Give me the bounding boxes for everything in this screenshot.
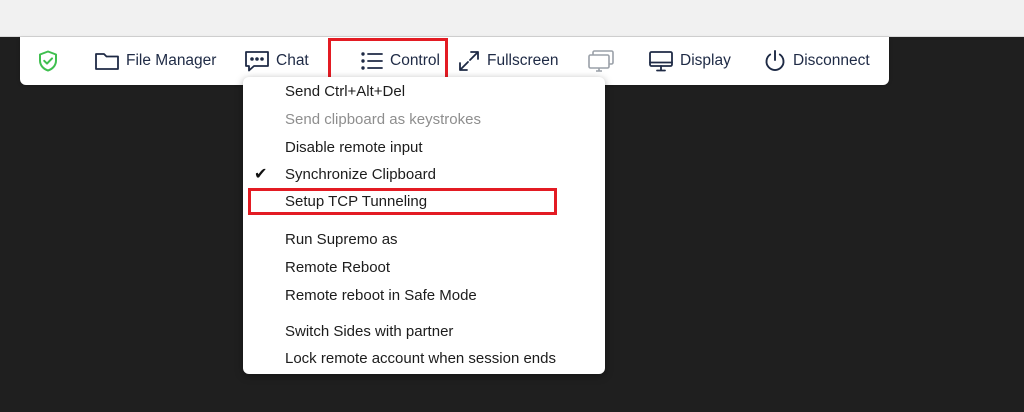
menu-item-send-ctrl-alt-del[interactable]: Send Ctrl+Alt+Del bbox=[285, 81, 405, 103]
control-label: Control bbox=[390, 52, 440, 69]
checkmark-icon: ✔ bbox=[254, 166, 268, 183]
browser-top-strip bbox=[0, 0, 1024, 37]
disconnect-button[interactable]: Disconnect bbox=[763, 37, 870, 85]
display-button[interactable]: Display bbox=[648, 37, 731, 85]
control-dropdown-menu: Send Ctrl+Alt+Del Send clipboard as keys… bbox=[243, 77, 605, 374]
expand-icon bbox=[457, 49, 481, 73]
folder-icon bbox=[94, 49, 120, 73]
menu-item-synchronize-clipboard[interactable]: Synchronize Clipboard bbox=[285, 164, 436, 186]
multi-monitor-icon bbox=[587, 49, 615, 73]
menu-item-remote-reboot[interactable]: Remote Reboot bbox=[285, 257, 390, 279]
disconnect-label: Disconnect bbox=[793, 52, 870, 69]
menu-item-switch-sides[interactable]: Switch Sides with partner bbox=[285, 321, 453, 343]
power-icon bbox=[763, 49, 787, 73]
file-manager-label: File Manager bbox=[126, 52, 217, 69]
menu-item-send-clipboard-keystrokes: Send clipboard as keystrokes bbox=[285, 111, 481, 128]
menu-item-run-supremo-as[interactable]: Run Supremo as bbox=[285, 229, 398, 251]
security-shield-button[interactable] bbox=[36, 37, 60, 85]
file-manager-button[interactable]: File Manager bbox=[94, 37, 216, 85]
display-label: Display bbox=[680, 52, 731, 69]
chat-bubble-icon bbox=[244, 49, 270, 73]
menu-item-lock-remote-account[interactable]: Lock remote account when session ends bbox=[285, 348, 556, 370]
menu-item-remote-reboot-safe-mode[interactable]: Remote reboot in Safe Mode bbox=[285, 285, 477, 307]
list-icon bbox=[360, 49, 384, 73]
menu-item-setup-tcp-tunneling[interactable]: Setup TCP Tunneling bbox=[285, 191, 427, 213]
shield-check-icon bbox=[36, 49, 60, 73]
menu-item-disable-remote-input[interactable]: Disable remote input bbox=[285, 137, 423, 159]
monitor-icon bbox=[648, 49, 674, 73]
chat-label: Chat bbox=[276, 52, 309, 69]
fullscreen-label: Fullscreen bbox=[487, 52, 559, 69]
